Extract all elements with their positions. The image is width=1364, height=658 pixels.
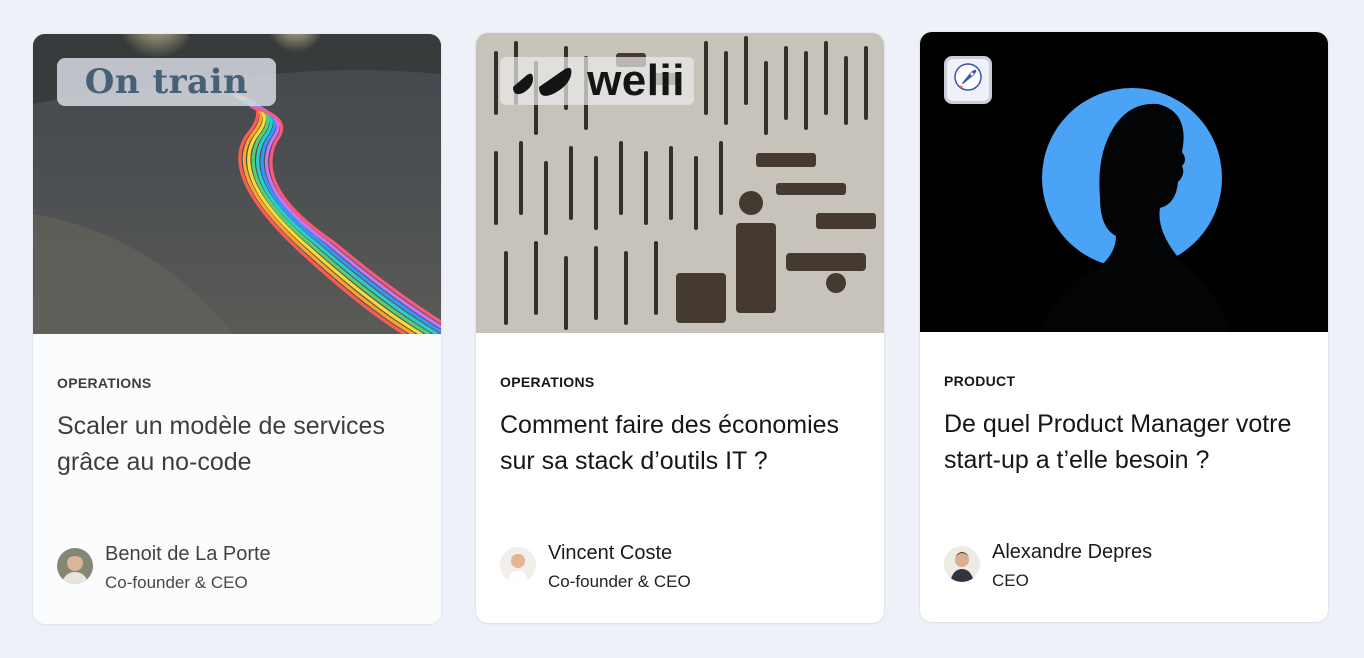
company-logo-text: welii (587, 56, 685, 105)
article-title[interactable]: Comment faire des économies sur sa stack… (500, 407, 860, 519)
article-thumbnail[interactable]: On train (33, 34, 441, 334)
avatar (57, 548, 93, 584)
article-card[interactable]: PRODUCT De quel Product Manager votre st… (920, 32, 1328, 622)
author-role: Co-founder & CEO (105, 573, 248, 592)
author-name: Vincent Coste (548, 542, 673, 564)
article-author: Benoit de La Porte Co-founder & CEO (57, 540, 417, 596)
article-category: OPERATIONS (57, 375, 152, 391)
article-category: PRODUCT (944, 373, 1016, 389)
company-logo (944, 56, 992, 104)
article-author: Alexandre Depres CEO (944, 538, 1304, 594)
article-thumbnail[interactable] (920, 32, 1328, 332)
company-logo: welii (500, 56, 694, 105)
article-author: Vincent Coste Co-founder & CEO (500, 539, 860, 595)
article-card[interactable]: On train OPERATIONS Scaler un modèle de … (33, 34, 441, 624)
avatar (500, 547, 536, 583)
welii-logo-mark-icon (509, 63, 575, 99)
article-card[interactable]: welii OPERATIONS Comment faire des écono… (476, 33, 884, 623)
article-title[interactable]: Scaler un modèle de services grâce au no… (57, 408, 417, 520)
article-category: OPERATIONS (500, 374, 595, 390)
company-logo: On train (57, 58, 276, 106)
author-name: Alexandre Depres (992, 541, 1153, 563)
author-role: Co-founder & CEO (548, 572, 691, 591)
rocket-icon (951, 61, 985, 100)
author-name: Benoit de La Porte (105, 543, 271, 565)
article-title[interactable]: De quel Product Manager votre start-up a… (944, 406, 1304, 518)
author-role: CEO (992, 571, 1029, 590)
article-thumbnail[interactable]: welii (476, 33, 884, 333)
avatar (944, 546, 980, 582)
